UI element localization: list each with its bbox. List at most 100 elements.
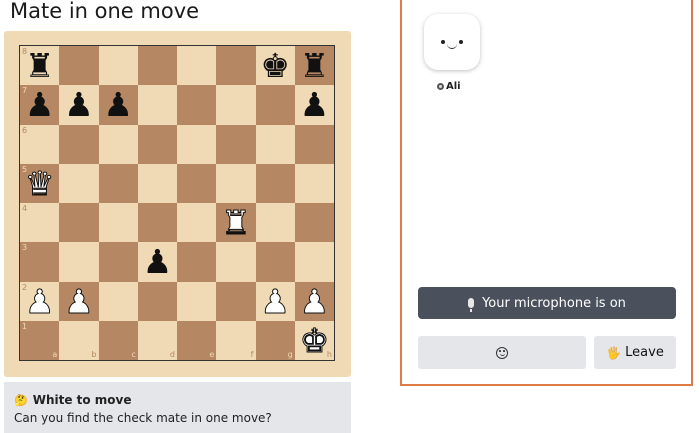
square-b5[interactable] <box>59 163 99 203</box>
leave-label: Leave <box>625 345 664 360</box>
square-f8[interactable] <box>216 46 256 86</box>
file-label-d: d <box>169 350 175 359</box>
square-c6[interactable] <box>98 124 138 164</box>
square-e6[interactable] <box>177 124 217 164</box>
square-e5[interactable] <box>177 163 217 203</box>
square-e4[interactable] <box>177 203 217 243</box>
square-a1[interactable]: 1a <box>20 320 60 360</box>
square-g1[interactable]: g <box>255 320 295 360</box>
white-pawn-g2[interactable]: ♟ <box>260 284 291 318</box>
square-d6[interactable] <box>137 124 177 164</box>
square-d5[interactable] <box>137 163 177 203</box>
square-d1[interactable]: d <box>137 320 177 360</box>
square-f3[interactable] <box>216 242 256 282</box>
square-h2[interactable]: ♟ <box>294 281 334 321</box>
black-king-g8[interactable]: ♚ <box>260 49 290 82</box>
square-a3[interactable]: 3 <box>20 242 60 282</box>
black-pawn-c7[interactable]: ♟ <box>103 88 133 121</box>
raised-hand-icon: 🖐 <box>606 345 622 360</box>
black-rook-a8[interactable]: ♜ <box>25 49 55 82</box>
square-h5[interactable] <box>294 163 334 203</box>
rank-label-4: 4 <box>22 204 28 213</box>
white-queen-a5[interactable]: ♛ <box>24 166 55 200</box>
chess-board[interactable]: ♜ 8 ♚ ♜ ♟ 7 ♟ ♟ ♟ 6 ♛ 5 4 ♜ 3 ♟ ♟ 2 ♟ ♟ ♟ 1 a b c d e f g ♚ h <box>19 45 335 361</box>
square-f6[interactable] <box>216 124 256 164</box>
square-h8[interactable]: ♜ <box>294 46 334 86</box>
square-c5[interactable] <box>98 163 138 203</box>
square-b3[interactable] <box>59 242 99 282</box>
square-g2[interactable]: ♟ <box>255 281 295 321</box>
leave-button[interactable]: 🖐 Leave <box>594 336 676 369</box>
white-pawn-b2[interactable]: ♟ <box>64 284 95 318</box>
square-c8[interactable] <box>98 46 138 86</box>
file-label-b: b <box>91 350 97 359</box>
square-b1[interactable]: b <box>59 320 99 360</box>
rank-label-7: 7 <box>22 86 28 96</box>
info-heading: White to move <box>32 393 132 407</box>
black-pawn-h7[interactable]: ♟ <box>300 88 330 121</box>
square-f5[interactable] <box>216 163 256 203</box>
white-king-h1[interactable]: ♚ <box>299 323 330 357</box>
black-rook-h8[interactable]: ♜ <box>300 49 330 82</box>
square-b6[interactable] <box>59 124 99 164</box>
square-a8[interactable]: ♜ 8 <box>20 46 60 86</box>
microphone-button[interactable]: Your microphone is on <box>418 287 676 319</box>
square-e1[interactable]: e <box>177 320 217 360</box>
white-rook-f4[interactable]: ♜ <box>221 206 252 240</box>
square-d4[interactable] <box>137 203 177 243</box>
black-pawn-a7[interactable]: ♟ <box>25 88 55 121</box>
square-g7[interactable] <box>255 85 295 125</box>
square-d7[interactable] <box>137 85 177 125</box>
square-a4[interactable]: 4 <box>20 203 60 243</box>
square-f2[interactable] <box>216 281 256 321</box>
square-c1[interactable]: c <box>98 320 138 360</box>
square-e2[interactable] <box>177 281 217 321</box>
square-e8[interactable] <box>177 46 217 86</box>
square-h1[interactable]: ♚ h <box>294 320 334 360</box>
square-c2[interactable] <box>98 281 138 321</box>
square-g3[interactable] <box>255 242 295 282</box>
square-h6[interactable] <box>294 124 334 164</box>
square-e3[interactable] <box>177 242 217 282</box>
square-d2[interactable] <box>137 281 177 321</box>
square-c3[interactable] <box>98 242 138 282</box>
square-b4[interactable] <box>59 203 99 243</box>
white-pawn-a2[interactable]: ♟ <box>24 284 55 318</box>
thinking-face-icon: 🤔 <box>14 393 28 407</box>
microphone-label: Your microphone is on <box>482 295 626 311</box>
square-b8[interactable] <box>59 46 99 86</box>
square-f7[interactable] <box>216 85 256 125</box>
square-a6[interactable]: 6 <box>20 124 60 164</box>
file-label-h: h <box>326 350 332 359</box>
square-g5[interactable] <box>255 163 295 203</box>
square-h4[interactable] <box>294 203 334 243</box>
square-c4[interactable] <box>98 203 138 243</box>
square-h3[interactable] <box>294 242 334 282</box>
file-label-a: a <box>52 350 58 359</box>
square-a5[interactable]: ♛ 5 <box>20 163 60 203</box>
microphone-icon <box>468 298 475 312</box>
white-pawn-h2[interactable]: ♟ <box>299 284 330 318</box>
emoji-button[interactable] <box>418 336 586 369</box>
rank-label-2: 2 <box>22 282 28 292</box>
square-g4[interactable] <box>255 203 295 243</box>
square-g8[interactable]: ♚ <box>255 46 295 86</box>
square-d3[interactable]: ♟ <box>137 242 177 282</box>
square-b2[interactable]: ♟ <box>59 281 99 321</box>
square-a7[interactable]: ♟ 7 <box>20 85 60 125</box>
square-g6[interactable] <box>255 124 295 164</box>
file-label-f: f <box>250 350 254 359</box>
square-c7[interactable]: ♟ <box>98 85 138 125</box>
square-f1[interactable]: f <box>216 320 256 360</box>
black-pawn-d3[interactable]: ♟ <box>143 245 173 278</box>
square-b7[interactable]: ♟ <box>59 85 99 125</box>
file-label-e: e <box>209 350 215 359</box>
square-d8[interactable] <box>137 46 177 86</box>
square-a2[interactable]: ♟ 2 <box>20 281 60 321</box>
square-e7[interactable] <box>177 85 217 125</box>
square-h7[interactable]: ♟ <box>294 85 334 125</box>
info-text: Can you find the check mate in one move? <box>14 411 272 425</box>
black-pawn-b7[interactable]: ♟ <box>64 88 94 121</box>
square-f4[interactable]: ♜ <box>216 203 256 243</box>
page-title: Mate in one move <box>10 0 200 23</box>
